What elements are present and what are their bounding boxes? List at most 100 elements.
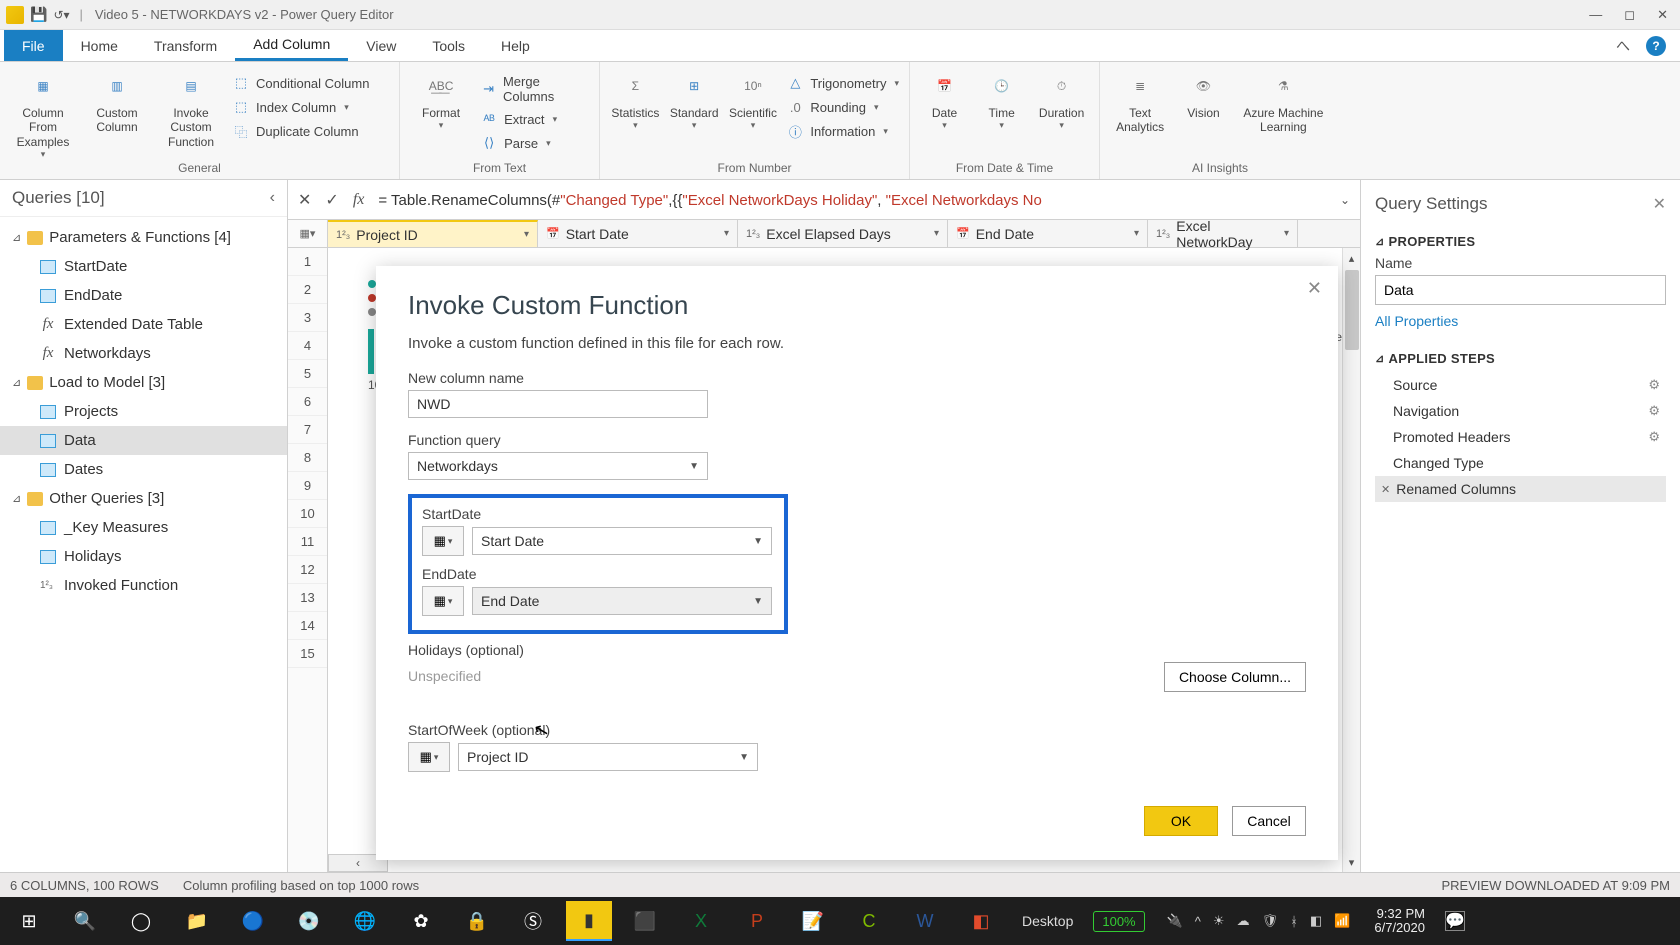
snagit-icon[interactable]: ⬛ [622,901,668,941]
app-icon-1[interactable]: 💿 [286,901,332,941]
chrome-icon[interactable]: 🌐 [342,901,388,941]
ok-button[interactable]: OK [1144,806,1218,836]
row-number[interactable]: 6 [288,388,327,416]
btn-invoke-custom-function[interactable]: ▤Invoke Custom Function [158,68,224,149]
btn-duration[interactable]: ⏱Duration▾ [1034,68,1089,131]
zoom-icon[interactable]: 🔵 [230,901,276,941]
tab-home[interactable]: Home [63,30,136,61]
tray-up-icon[interactable]: ^ [1195,914,1201,929]
help-icon[interactable]: ? [1646,36,1666,56]
row-number[interactable]: 9 [288,472,327,500]
formula-accept-icon[interactable]: ✓ [325,190,338,210]
save-icon[interactable]: 💾 [30,6,47,23]
queries-item[interactable]: Dates [0,455,287,484]
btn-time[interactable]: 🕒Time▾ [977,68,1026,131]
choose-column-button[interactable]: Choose Column... [1164,662,1306,692]
step-gear-icon[interactable]: ⚙ [1648,403,1660,419]
formula-expand-icon[interactable]: ⌄ [1340,193,1350,207]
formula-bar[interactable]: = Table.RenameColumns(#"Changed Type",{{… [378,191,1326,209]
btn-parse[interactable]: ⟨⟩Parse▾ [480,134,589,152]
btn-standard[interactable]: ⊞Standard▾ [669,68,720,131]
file-explorer-icon[interactable]: 📁 [174,901,220,941]
btn-trigonometry[interactable]: △Trigonometry▾ [786,74,899,92]
queries-item[interactable]: Data [0,426,287,455]
btn-statistics[interactable]: ΣStatistics▾ [610,68,661,131]
scroll-thumb[interactable] [1345,270,1359,350]
battery-indicator[interactable]: 100% [1093,911,1144,932]
startdate-type-button[interactable]: ▦▾ [422,526,464,556]
row-number[interactable]: 13 [288,584,327,612]
column-header[interactable]: 📅Start Date▾ [538,220,738,247]
settings-close-icon[interactable]: ✕ [1653,194,1666,214]
new-column-name-input[interactable] [408,390,708,418]
queries-item[interactable]: fxNetworkdays [0,339,287,368]
notifications-icon[interactable]: 💬 [1445,911,1465,931]
select-all-corner[interactable]: ▦▾ [288,220,328,247]
column-header[interactable]: 1²₃Excel NetworkDay▾ [1148,220,1298,247]
taskbar-clock[interactable]: 9:32 PM6/7/2020 [1374,907,1425,936]
btn-rounding[interactable]: .0Rounding▾ [786,98,899,116]
row-number[interactable]: 8 [288,444,327,472]
btn-merge-columns[interactable]: ⇥Merge Columns [480,74,589,104]
desktop-label[interactable]: Desktop [1022,913,1073,929]
btn-format[interactable]: A͟B͟CFormat▾ [410,68,472,131]
tray-wifi-icon[interactable]: 📶 [1334,913,1350,929]
app-icon-3[interactable]: 🔒 [454,901,500,941]
row-number[interactable]: 5 [288,360,327,388]
dialog-close-icon[interactable]: ✕ [1307,278,1322,299]
row-number[interactable]: 11 [288,528,327,556]
column-header[interactable]: 1²₃Project ID▾ [328,220,538,247]
system-tray[interactable]: 🔌 ^ ☀ ☁ 🛡 ᚼ ◧ 📶 [1167,913,1351,929]
powerbi-icon[interactable]: ▮ [566,901,612,941]
step-gear-icon[interactable]: ⚙ [1648,429,1660,445]
function-query-dropdown[interactable]: Networkdays▼ [408,452,708,480]
start-button[interactable]: ⊞ [6,901,52,941]
applied-step[interactable]: Promoted Headers⚙ [1375,424,1666,450]
applied-step[interactable]: Changed Type [1375,450,1666,476]
app-icon-4[interactable]: 📝 [790,901,836,941]
tray-shield-icon[interactable]: 🛡 [1262,913,1279,929]
column-header[interactable]: 1²₃Excel Elapsed Days▾ [738,220,948,247]
queries-group-header[interactable]: ⊿Load to Model [3] [0,368,287,397]
properties-section-header[interactable]: ⊿PROPERTIES [1375,234,1666,249]
btn-duplicate-column[interactable]: ⿻Duplicate Column [232,122,369,140]
btn-custom-column[interactable]: ▥Custom Column [84,68,150,135]
row-number[interactable]: 4 [288,332,327,360]
maximize-button[interactable]: ◻ [1624,7,1635,23]
fx-icon[interactable]: fx [353,191,365,209]
app-icon-5[interactable]: ◧ [958,901,1004,941]
queries-item[interactable]: fxExtended Date Table [0,310,287,339]
queries-item[interactable]: EndDate [0,281,287,310]
undo-dropdown-icon[interactable]: ↺▾ [53,8,69,22]
skype-icon[interactable]: Ⓢ [510,901,556,941]
btn-extract[interactable]: ᴬᴮExtract▾ [480,110,589,128]
app-icon-2[interactable]: ✿ [398,901,444,941]
queries-item[interactable]: Projects [0,397,287,426]
queries-item[interactable]: StartDate [0,252,287,281]
step-gear-icon[interactable]: ⚙ [1648,377,1660,393]
scroll-down-icon[interactable]: ▾ [1343,852,1360,872]
row-number[interactable]: 7 [288,416,327,444]
search-button[interactable]: 🔍 [62,901,108,941]
applied-step[interactable]: Source⚙ [1375,372,1666,398]
btn-date[interactable]: 📅Date▾ [920,68,969,131]
enddate-type-button[interactable]: ▦▾ [422,586,464,616]
row-number[interactable]: 15 [288,640,327,668]
queries-item[interactable]: Holidays [0,542,287,571]
vertical-scrollbar[interactable]: ▴ ▾ [1342,248,1360,872]
queries-group-header[interactable]: ⊿Parameters & Functions [4] [0,223,287,252]
applied-step[interactable]: Navigation⚙ [1375,398,1666,424]
btn-scientific[interactable]: 10ⁿScientific▾ [728,68,779,131]
row-number[interactable]: 1 [288,248,327,276]
tab-help[interactable]: Help [483,30,548,61]
all-properties-link[interactable]: All Properties [1375,313,1458,329]
tab-view[interactable]: View [348,30,414,61]
excel-icon[interactable]: X [678,901,724,941]
startdate-dropdown[interactable]: Start Date▼ [472,527,772,555]
tray-app-icon[interactable]: ◧ [1310,913,1322,929]
row-number[interactable]: 12 [288,556,327,584]
tray-weather-icon[interactable]: ☀ [1213,913,1225,929]
row-number[interactable]: 3 [288,304,327,332]
btn-azure-ml[interactable]: ⚗Azure Machine Learning [1237,68,1330,135]
ribbon-collapse-icon[interactable]: へ [1616,36,1630,56]
